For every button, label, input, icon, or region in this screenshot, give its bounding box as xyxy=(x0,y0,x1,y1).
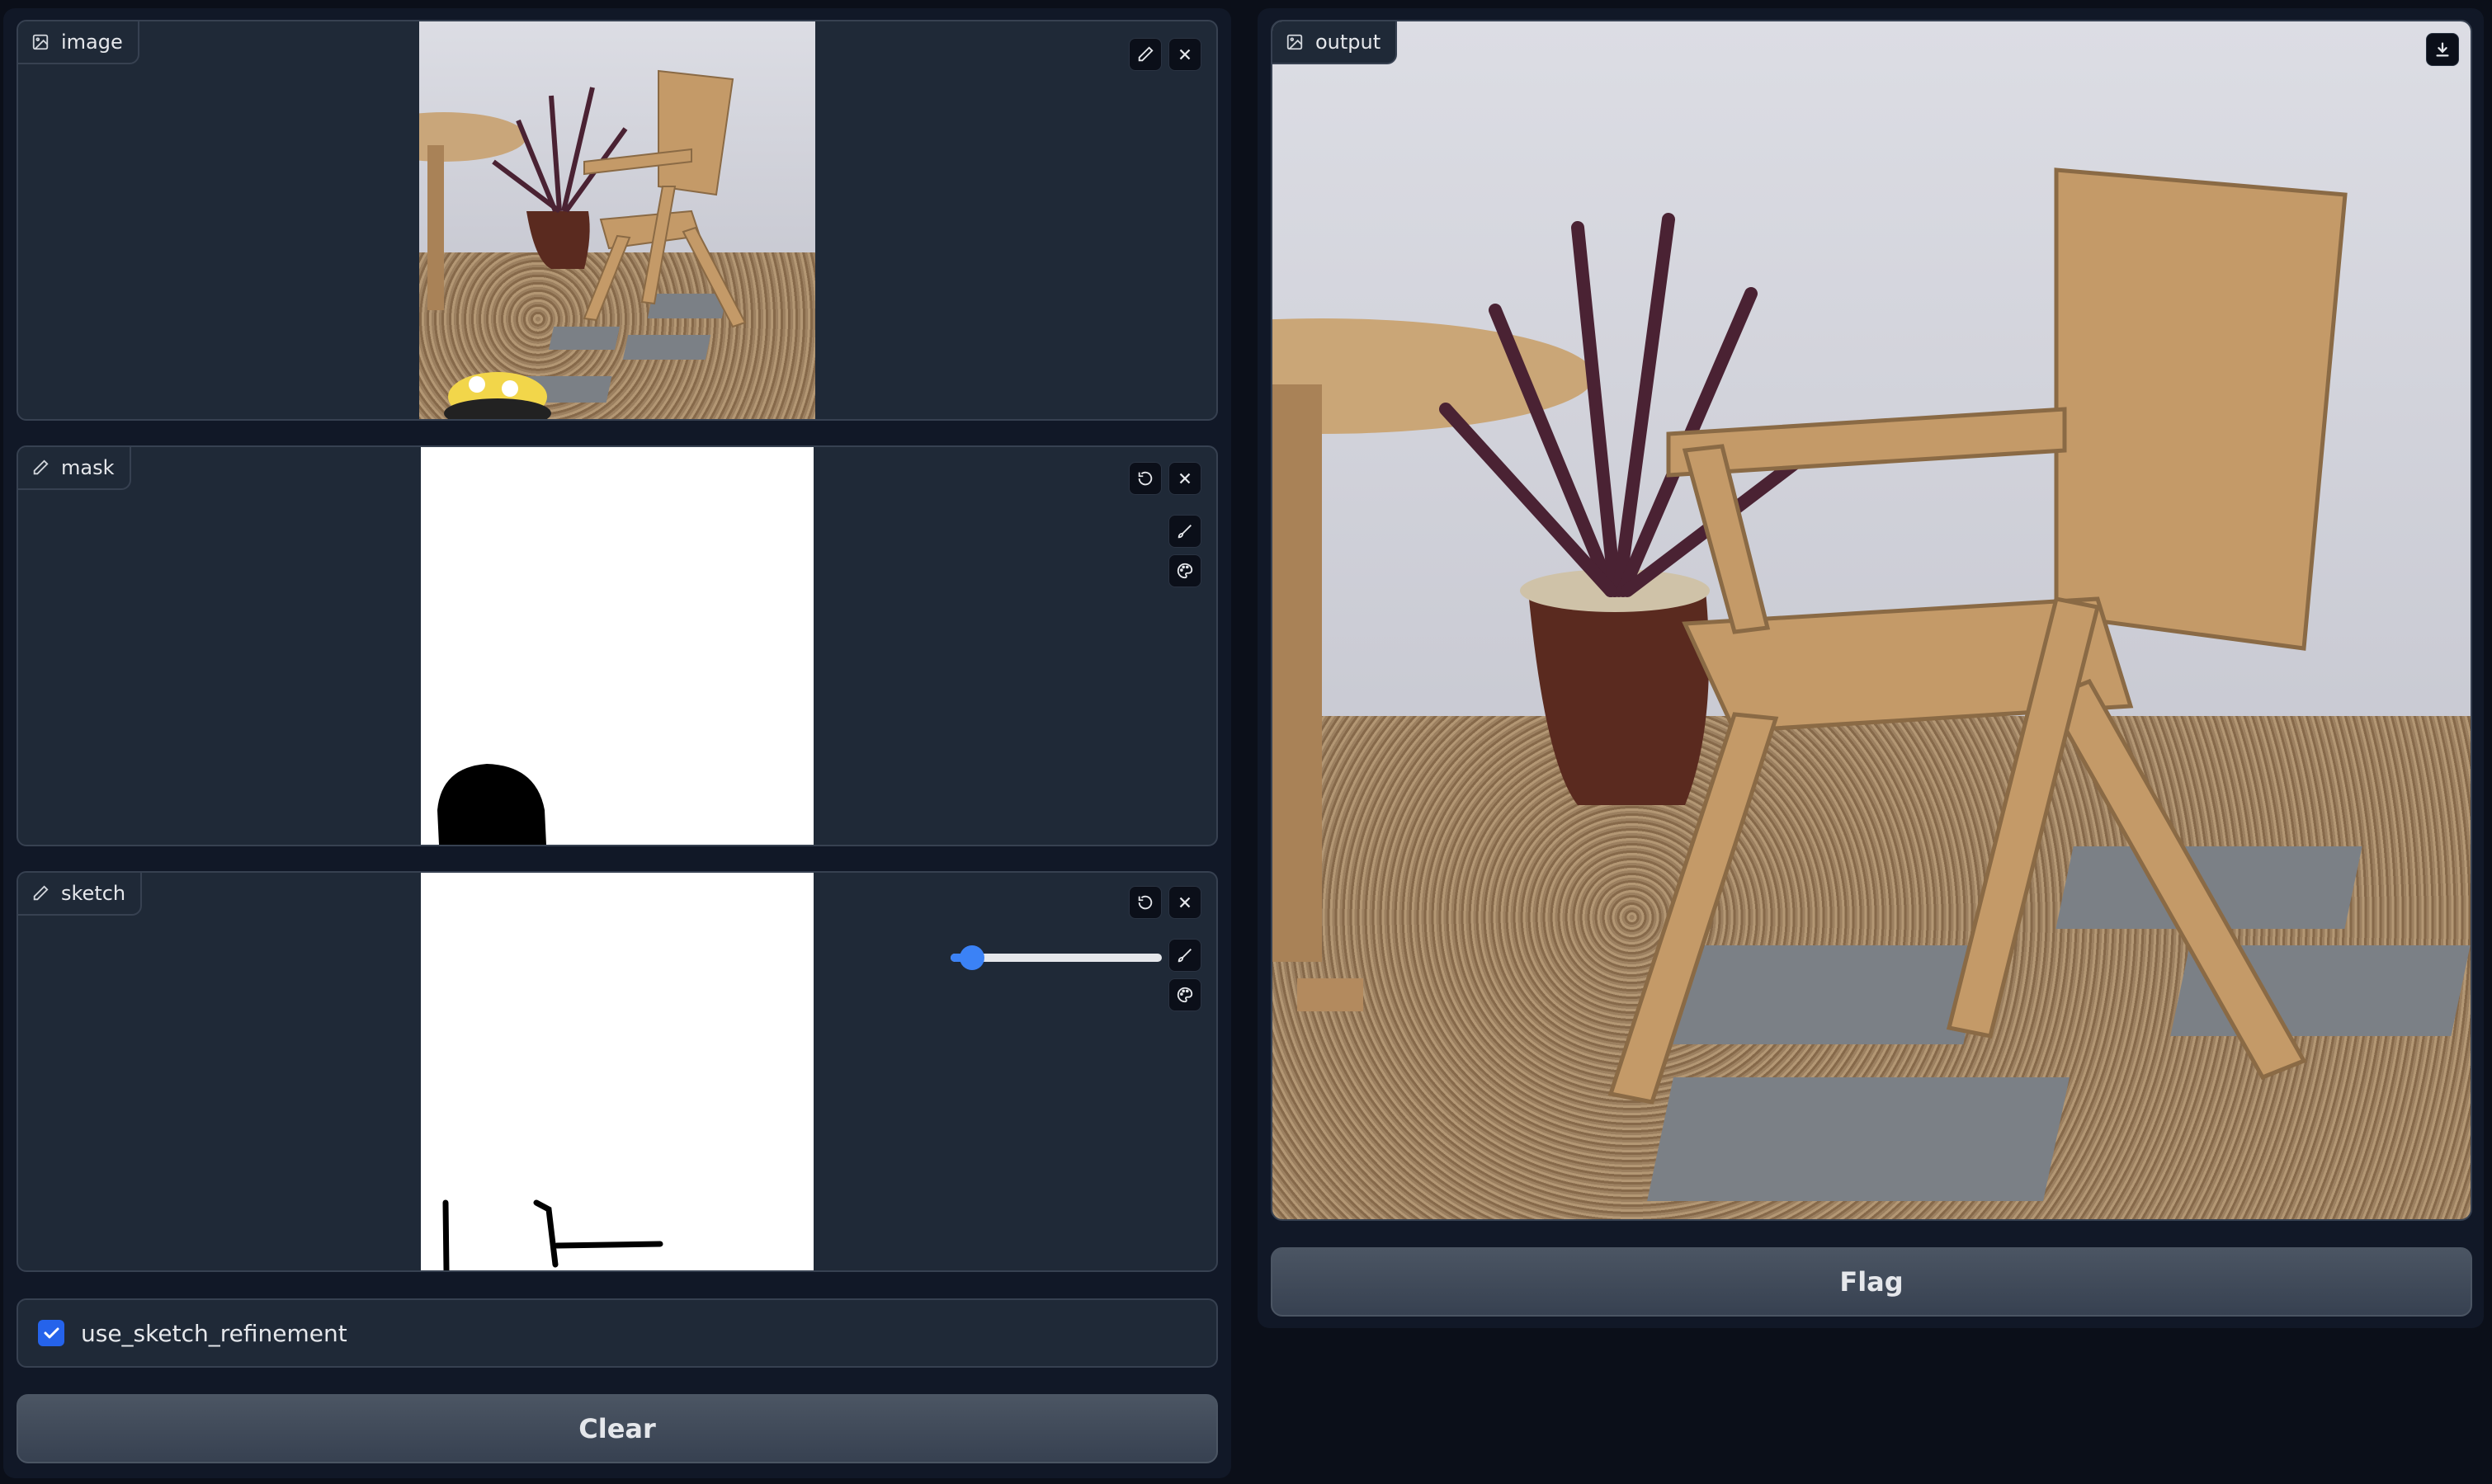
undo-mask-button[interactable] xyxy=(1129,462,1162,495)
clear-sketch-button[interactable] xyxy=(1168,886,1201,919)
pencil-icon xyxy=(1138,46,1154,62)
brush-icon xyxy=(1178,525,1192,539)
download-icon xyxy=(2436,42,2449,57)
flag-button[interactable]: Flag xyxy=(1271,1247,2472,1317)
image-input-label-text: image xyxy=(61,31,123,54)
undo-icon xyxy=(1138,471,1153,486)
close-icon xyxy=(1179,49,1191,60)
use-sketch-refinement-label[interactable]: use_sketch_refinement xyxy=(81,1320,347,1347)
pencil-icon xyxy=(33,459,49,475)
image-input-label: image xyxy=(18,21,139,64)
mask-input-label-text: mask xyxy=(61,456,115,479)
sketch-input-label: sketch xyxy=(18,873,143,916)
undo-icon xyxy=(1138,895,1153,910)
edit-image-button[interactable] xyxy=(1129,38,1162,71)
brush-icon xyxy=(1178,949,1192,963)
undo-sketch-button[interactable] xyxy=(1129,886,1162,919)
input-image-photo[interactable] xyxy=(419,21,815,419)
close-icon xyxy=(1179,897,1191,908)
sketch-brush-color-button[interactable] xyxy=(1168,978,1201,1011)
palette-icon xyxy=(1177,987,1193,1003)
clear-button[interactable]: Clear xyxy=(17,1394,1218,1463)
sketch-canvas[interactable] xyxy=(421,873,814,1270)
image-icon xyxy=(32,34,49,50)
output-image-photo[interactable] xyxy=(1272,21,2471,1219)
sketch-brush-size-button[interactable] xyxy=(1168,939,1201,972)
sketch-input-block: sketch xyxy=(17,871,1218,1272)
mask-brush-color-button[interactable] xyxy=(1168,554,1201,587)
download-button[interactable] xyxy=(2426,33,2459,66)
output-image-block: output xyxy=(1271,20,2472,1221)
close-icon xyxy=(1179,473,1191,484)
mask-input-block: mask xyxy=(17,445,1218,846)
slider-thumb[interactable] xyxy=(960,945,985,970)
use-sketch-refinement-checkbox[interactable] xyxy=(38,1320,64,1346)
palette-icon xyxy=(1177,563,1193,579)
mask-canvas[interactable] xyxy=(421,447,814,845)
clear-mask-button[interactable] xyxy=(1168,462,1201,495)
mask-brush-size-button[interactable] xyxy=(1168,515,1201,548)
output-label: output xyxy=(1272,21,1398,64)
image-input-block: image xyxy=(17,20,1218,421)
use-sketch-refinement-option: use_sketch_refinement xyxy=(17,1298,1218,1368)
check-icon xyxy=(44,1327,59,1339)
image-icon xyxy=(1286,34,1303,50)
mask-input-label: mask xyxy=(18,447,131,490)
sketch-brush-size-slider[interactable] xyxy=(951,945,1162,970)
sketch-input-label-text: sketch xyxy=(61,882,126,905)
pencil-icon xyxy=(33,885,49,901)
output-label-text: output xyxy=(1315,31,1381,54)
clear-image-button[interactable] xyxy=(1168,38,1201,71)
